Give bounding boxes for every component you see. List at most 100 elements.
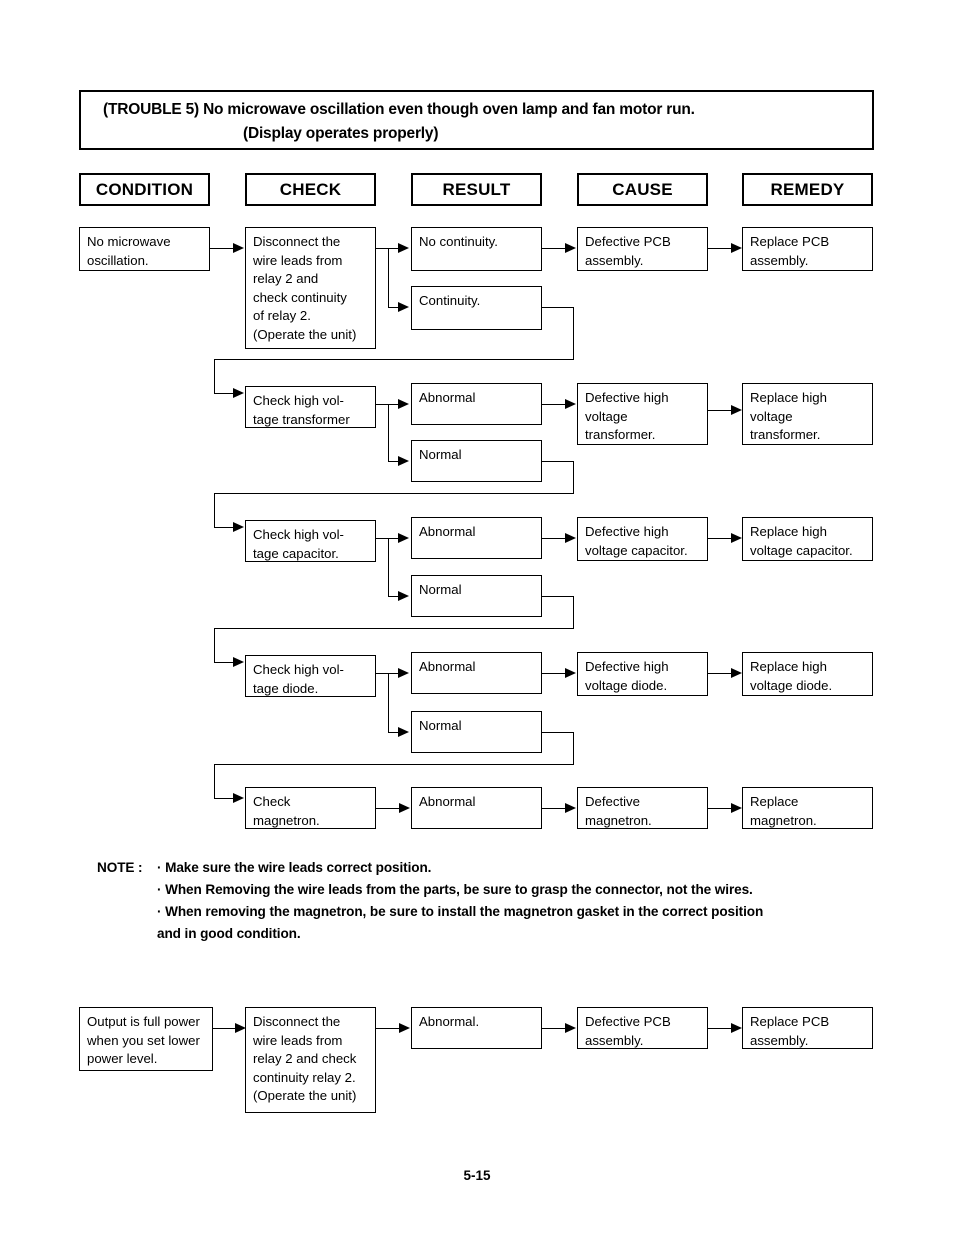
cause-box-row5: Defective magnetron. bbox=[577, 787, 708, 829]
arrow-to-abnormal-diode bbox=[398, 668, 409, 678]
trouble-title-box: (TROUBLE 5) No microwave oscillation eve… bbox=[79, 90, 874, 150]
connector-check-to-result-second bbox=[376, 1028, 400, 1029]
remedy-box-row2: Replace high voltage transformer. bbox=[742, 383, 873, 445]
condition-box-full-power: Output is full power when you set lower … bbox=[79, 1007, 213, 1071]
arrow-result-to-cause-row5 bbox=[565, 803, 576, 813]
check-box-hv-diode: Check high vol- tage diode. bbox=[245, 655, 376, 697]
connector-result-to-cause-row4 bbox=[542, 673, 566, 674]
connector-condition-to-check bbox=[210, 248, 234, 249]
trouble-title-line-2: (Display operates properly) bbox=[243, 125, 439, 142]
loopback-descend-row2 bbox=[214, 493, 215, 528]
arrow-result-to-cause-row1 bbox=[565, 243, 576, 253]
connector-cause-to-remedy-row1 bbox=[708, 248, 732, 249]
branch-vertical-relay2 bbox=[388, 248, 389, 307]
arrow-loopback-row2 bbox=[233, 522, 244, 532]
branch-stem-diode bbox=[376, 673, 388, 674]
remedy-box-row4: Replace high voltage diode. bbox=[742, 652, 873, 696]
arrow-result-to-cause-row4 bbox=[565, 668, 576, 678]
connector-result-to-cause-row1 bbox=[542, 248, 566, 249]
troubleshooting-page: (TROUBLE 5) No microwave oscillation eve… bbox=[0, 0, 954, 1237]
cause-box-row4: Defective high voltage diode. bbox=[577, 652, 708, 696]
loopback-left-row2 bbox=[214, 493, 574, 494]
note-line-4: and in good condition. bbox=[157, 926, 301, 941]
connector-result-to-cause-row2 bbox=[542, 404, 566, 405]
arrow-check-to-result-second bbox=[399, 1023, 410, 1033]
connector-cause-to-remedy-second bbox=[708, 1028, 732, 1029]
branch-vertical-diode bbox=[388, 673, 389, 732]
loopback-right-row2 bbox=[542, 461, 574, 462]
connector-result-to-cause-row5 bbox=[542, 808, 566, 809]
check-box-magnetron: Check magnetron. bbox=[245, 787, 376, 829]
arrow-to-normal-diode bbox=[398, 727, 409, 737]
connector-cause-to-remedy-row2 bbox=[708, 410, 732, 411]
branch-stem-capacitor bbox=[376, 538, 388, 539]
result-box-normal-transformer: Normal bbox=[411, 440, 542, 482]
check-box-second-flow: Disconnect the wire leads from relay 2 a… bbox=[245, 1007, 376, 1113]
loopback-into-check-row1 bbox=[214, 393, 234, 394]
branch-stem-relay2 bbox=[376, 248, 388, 249]
arrow-result-to-cause-row2 bbox=[565, 399, 576, 409]
arrow-cause-to-remedy-row1 bbox=[731, 243, 742, 253]
result-box-no-continuity: No continuity. bbox=[411, 227, 542, 271]
cause-box-row1: Defective PCB assembly. bbox=[577, 227, 708, 271]
connector-check-to-result-row5 bbox=[376, 808, 400, 809]
arrow-cause-to-remedy-row4 bbox=[731, 668, 742, 678]
remedy-box-row3: Replace high voltage capacitor. bbox=[742, 517, 873, 561]
remedy-box-row5: Replace magnetron. bbox=[742, 787, 873, 829]
remedy-box-second-flow: Replace PCB assembly. bbox=[742, 1007, 873, 1049]
note-label: NOTE : bbox=[97, 860, 143, 875]
result-box-second-flow: Abnormal. bbox=[411, 1007, 542, 1049]
arrow-cause-to-remedy-row5 bbox=[731, 803, 742, 813]
connector-result-to-cause-row3 bbox=[542, 538, 566, 539]
arrow-to-continuity bbox=[398, 302, 409, 312]
note-line-3: · When removing the magnetron, be sure t… bbox=[157, 904, 764, 919]
connector-cause-to-remedy-row5 bbox=[708, 808, 732, 809]
branch-stem-transformer bbox=[376, 404, 388, 405]
loopback-down-row4 bbox=[573, 732, 574, 765]
loopback-left-row4 bbox=[214, 764, 574, 765]
arrow-to-abnormal-magnetron bbox=[399, 803, 410, 813]
result-box-continuity: Continuity. bbox=[411, 286, 542, 330]
arrow-to-no-continuity bbox=[398, 243, 409, 253]
column-header-cause: CAUSE bbox=[577, 173, 708, 206]
connector-condition-to-check-second bbox=[213, 1028, 236, 1029]
column-header-remedy: REMEDY bbox=[742, 173, 873, 206]
result-box-normal-diode: Normal bbox=[411, 711, 542, 753]
loopback-descend-row4 bbox=[214, 764, 215, 799]
branch-vertical-transformer bbox=[388, 404, 389, 461]
check-box-relay2: Disconnect the wire leads from relay 2 a… bbox=[245, 227, 376, 349]
remedy-box-row1: Replace PCB assembly. bbox=[742, 227, 873, 271]
loopback-right-row4 bbox=[542, 732, 574, 733]
condition-box: No microwave oscillation. bbox=[79, 227, 210, 271]
arrow-to-normal-capacitor bbox=[398, 591, 409, 601]
result-box-abnormal-capacitor: Abnormal bbox=[411, 517, 542, 559]
note-line-2: · When Removing the wire leads from the … bbox=[157, 882, 753, 897]
loopback-into-check-row3 bbox=[214, 662, 234, 663]
column-header-result: RESULT bbox=[411, 173, 542, 206]
note-line-1: · Make sure the wire leads correct posit… bbox=[157, 860, 432, 875]
arrow-condition-to-check bbox=[233, 243, 244, 253]
result-box-abnormal-magnetron: Abnormal bbox=[411, 787, 542, 829]
cause-box-row3: Defective high voltage capacitor. bbox=[577, 517, 708, 561]
arrow-to-abnormal-capacitor bbox=[398, 533, 409, 543]
trouble-title-line-1: (TROUBLE 5) No microwave oscillation eve… bbox=[103, 101, 695, 118]
arrow-loopback-row3 bbox=[233, 657, 244, 667]
loopback-descend-row3 bbox=[214, 628, 215, 663]
column-header-check: CHECK bbox=[245, 173, 376, 206]
connector-cause-to-remedy-row3 bbox=[708, 538, 732, 539]
connector-cause-to-remedy-row4 bbox=[708, 673, 732, 674]
arrow-cause-to-remedy-second bbox=[731, 1023, 742, 1033]
loopback-right-row3 bbox=[542, 596, 574, 597]
loopback-left-row3 bbox=[214, 628, 574, 629]
check-box-hv-capacitor: Check high vol- tage capacitor. bbox=[245, 520, 376, 562]
loopback-down-row1 bbox=[573, 307, 574, 360]
loopback-into-check-row2 bbox=[214, 527, 234, 528]
arrow-loopback-row4 bbox=[233, 793, 244, 803]
loopback-right-row1 bbox=[542, 307, 574, 308]
arrow-result-to-cause-second bbox=[565, 1023, 576, 1033]
arrow-cause-to-remedy-row3 bbox=[731, 533, 742, 543]
page-number: 5-15 bbox=[463, 1168, 491, 1183]
arrow-cause-to-remedy-row2 bbox=[731, 405, 742, 415]
result-box-abnormal-diode: Abnormal bbox=[411, 652, 542, 694]
loopback-left-row1 bbox=[214, 359, 574, 360]
